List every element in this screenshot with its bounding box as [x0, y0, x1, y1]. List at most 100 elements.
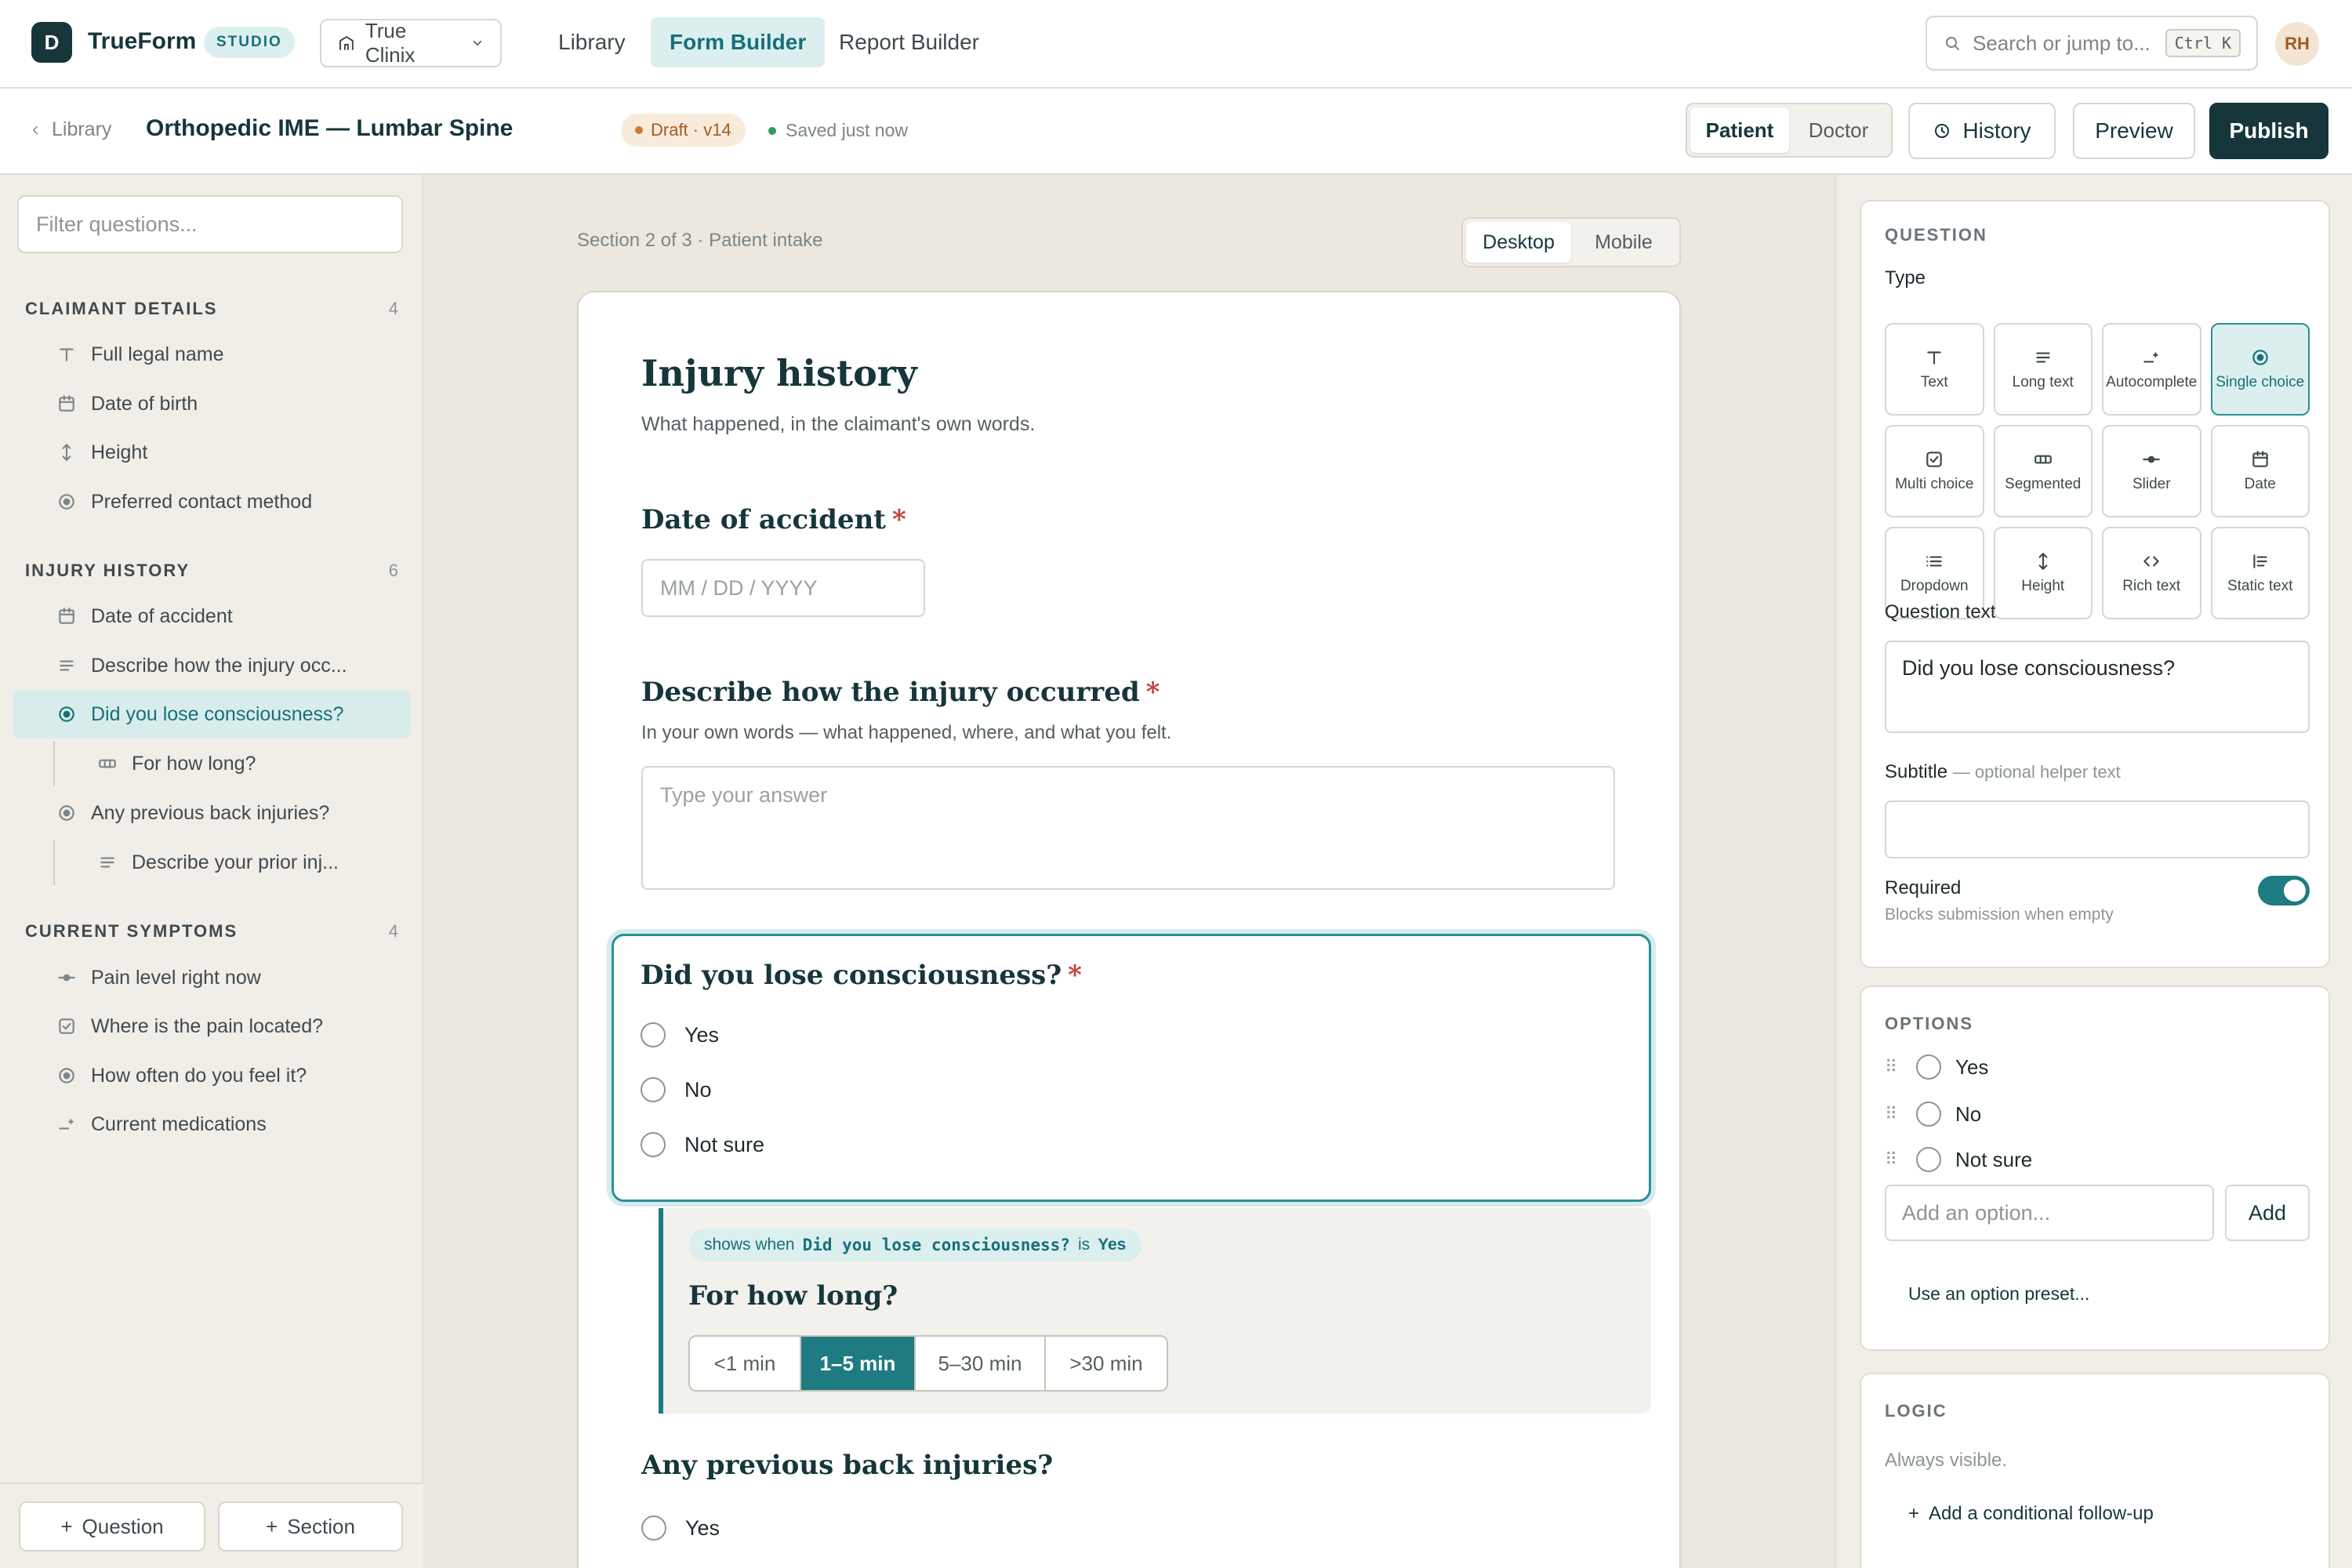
nav-report-builder[interactable]: Report Builder — [820, 17, 998, 67]
search-box[interactable]: Search or jump to... Ctrl K — [1926, 16, 2258, 71]
saved-label: Saved just now — [786, 120, 908, 140]
outline-item-describe-prior-injury[interactable]: Describe your prior inj... — [13, 838, 411, 887]
segment-under-1-min[interactable]: <1 min — [690, 1337, 801, 1390]
device-desktop-button[interactable]: Desktop — [1466, 222, 1571, 263]
option-preset-link[interactable]: Use an option preset... — [1908, 1283, 2089, 1305]
question-heading: QUESTION — [1885, 225, 1987, 245]
type-label: Height — [2021, 578, 2065, 595]
view-patient-button[interactable]: Patient — [1690, 107, 1789, 153]
group-title: CLAIMANT DETAILS — [25, 299, 218, 318]
type-single-choice[interactable]: Single choice — [2210, 323, 2310, 416]
question-text-input[interactable]: Did you lose consciousness? — [1885, 641, 2310, 733]
required-label: Required — [1885, 877, 1962, 898]
outline-item-full-legal-name[interactable]: Full legal name — [13, 330, 411, 379]
add-question-button[interactable]: + Question — [19, 1501, 205, 1552]
outline-item-frequency[interactable]: How often do you feel it? — [13, 1051, 411, 1100]
nav-form-builder[interactable]: Form Builder — [651, 17, 826, 67]
question-label-date-of-accident[interactable]: Date of accident * — [641, 504, 906, 535]
publish-button[interactable]: Publish — [2209, 103, 2328, 159]
long-text-icon — [2036, 352, 2050, 363]
conditional-follow-up: shows when Did you lose consciousness? i… — [659, 1208, 1651, 1414]
question-settings-card: QUESTION Type Text Long text Autocomplet… — [1860, 200, 2330, 968]
type-segmented[interactable]: Segmented — [1993, 425, 2092, 517]
nav-library[interactable]: Library — [539, 17, 644, 67]
radio-circle-icon — [1916, 1102, 1941, 1127]
required-mark: * — [892, 504, 906, 535]
option-row-yes[interactable]: ⠿ Yes — [1885, 1054, 1988, 1080]
describe-injury-textarea[interactable] — [641, 766, 1615, 890]
add-conditional-button[interactable]: + Add a conditional follow-up — [1908, 1503, 2154, 1525]
clinic-name: True Clinix — [365, 19, 416, 67]
question-text-label: Question text — [1885, 601, 1996, 622]
type-autocomplete[interactable]: Autocomplete — [2102, 323, 2201, 416]
filter-input[interactable] — [17, 195, 403, 253]
date-of-accident-input[interactable] — [641, 559, 925, 617]
avatar[interactable]: RH — [2275, 22, 2319, 66]
breadcrumb-back[interactable]: Library — [28, 118, 111, 141]
radio-type-icon — [59, 1068, 74, 1083]
outline-item-medications[interactable]: Current medications — [13, 1100, 411, 1149]
outline-item-preferred-contact[interactable]: Preferred contact method — [13, 477, 411, 526]
outline-item-previous-back-injuries[interactable]: Any previous back injuries? — [13, 789, 411, 837]
add-section-button[interactable]: + Section — [218, 1501, 403, 1552]
type-rich-text[interactable]: Rich text — [2102, 527, 2201, 619]
radio-type-icon — [59, 805, 74, 821]
selected-question-block[interactable]: Did you lose consciousness? * Yes No Not … — [612, 934, 1651, 1202]
segment-5-30-min[interactable]: 5–30 min — [916, 1337, 1046, 1390]
type-label: Multi choice — [1895, 476, 1974, 493]
type-label: Autocomplete — [2106, 374, 2198, 391]
outline-item-pain-location[interactable]: Where is the pain located? — [13, 1002, 411, 1051]
option-yes[interactable]: Yes — [641, 1022, 719, 1047]
type-long-text[interactable]: Long text — [1993, 323, 2092, 416]
outline-item-for-how-long[interactable]: For how long? — [13, 739, 411, 788]
drag-handle-icon[interactable]: ⠿ — [1885, 1057, 1902, 1077]
required-toggle[interactable] — [2258, 876, 2310, 906]
drag-handle-icon[interactable]: ⠿ — [1885, 1104, 1902, 1124]
condition-question: Did you lose consciousness? — [802, 1236, 1070, 1254]
option-no[interactable]: No — [641, 1077, 712, 1102]
outline-item-label: Current medications — [91, 1112, 267, 1135]
outline-item-lose-consciousness[interactable]: Did you lose consciousness? — [13, 690, 411, 739]
preview-button[interactable]: Preview — [2073, 103, 2195, 159]
option-row-no[interactable]: ⠿ No — [1885, 1102, 1981, 1127]
option-yes[interactable]: Yes — [641, 1515, 720, 1541]
outline-item-label: Describe how the injury occ... — [91, 654, 347, 677]
outline-item-label: Height — [91, 441, 148, 463]
outline-item-describe-injury[interactable]: Describe how the injury occ... — [13, 641, 411, 690]
question-text: Did you lose consciousness? — [641, 960, 1062, 991]
device-mobile-button[interactable]: Mobile — [1571, 222, 1676, 263]
type-text[interactable]: Text — [1885, 323, 1984, 416]
outline-item-date-of-birth[interactable]: Date of birth — [13, 379, 411, 428]
type-date[interactable]: Date — [2210, 425, 2310, 517]
static-text-icon — [2253, 554, 2267, 568]
view-doctor-button[interactable]: Doctor — [1789, 107, 1888, 153]
segment-over-30-min[interactable]: >30 min — [1046, 1337, 1167, 1390]
option-row-not-sure[interactable]: ⠿ Not sure — [1885, 1147, 2032, 1172]
type-height[interactable]: Height — [1993, 527, 2092, 619]
type-static-text[interactable]: Static text — [2210, 527, 2310, 619]
option-label: Yes — [685, 1515, 720, 1540]
type-slider[interactable]: Slider — [2102, 425, 2201, 517]
outline-item-height[interactable]: Height — [13, 428, 411, 477]
option-label: No — [1955, 1102, 1982, 1126]
subtitle-input[interactable] — [1885, 800, 2310, 858]
outline-item-date-of-accident[interactable]: Date of accident — [13, 592, 411, 641]
type-multi-choice[interactable]: Multi choice — [1885, 425, 1984, 517]
segment-1-5-min[interactable]: 1–5 min — [801, 1337, 916, 1390]
radio-circle-icon — [641, 1022, 666, 1047]
question-label-previous-back-injuries[interactable]: Any previous back injuries? — [641, 1450, 1053, 1481]
calendar-icon — [2252, 451, 2268, 467]
history-button[interactable]: History — [1908, 103, 2056, 159]
outline-item-pain-level[interactable]: Pain level right now — [13, 953, 411, 1002]
clinic-selector[interactable]: True Clinix — [320, 19, 502, 67]
required-hint: Blocks submission when empty — [1885, 906, 2114, 924]
drag-handle-icon[interactable]: ⠿ — [1885, 1149, 1902, 1170]
option-not-sure[interactable]: Not sure — [641, 1132, 764, 1157]
form-section-subtitle: What happened, in the claimant's own wor… — [641, 413, 1036, 435]
question-label-describe-injury[interactable]: Describe how the injury occurred * — [641, 677, 1160, 708]
search-placeholder: Search or jump to... — [1973, 31, 2151, 55]
add-option-button[interactable]: Add — [2225, 1185, 2310, 1241]
add-conditional-label: Add a conditional follow-up — [1929, 1503, 2154, 1524]
add-option-input[interactable] — [1885, 1185, 2214, 1241]
slider-icon — [2143, 456, 2161, 463]
